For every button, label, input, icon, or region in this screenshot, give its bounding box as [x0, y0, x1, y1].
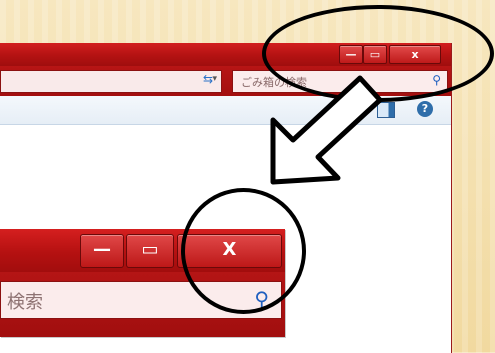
highlight-circle-close-button	[181, 188, 306, 314]
zoomed-maximize-button[interactable]: ▭	[126, 234, 174, 268]
zoomed-search-placeholder: 検索	[7, 292, 43, 313]
minimize-icon: —	[93, 239, 111, 260]
maximize-icon: ▭	[141, 239, 159, 260]
zoomed-minimize-button[interactable]: —	[80, 234, 124, 268]
address-field[interactable]: ▾	[0, 70, 222, 93]
help-icon[interactable]: ?	[417, 101, 433, 117]
pointer-arrow-icon	[270, 75, 383, 185]
refresh-icon[interactable]: ⇆	[200, 71, 216, 87]
